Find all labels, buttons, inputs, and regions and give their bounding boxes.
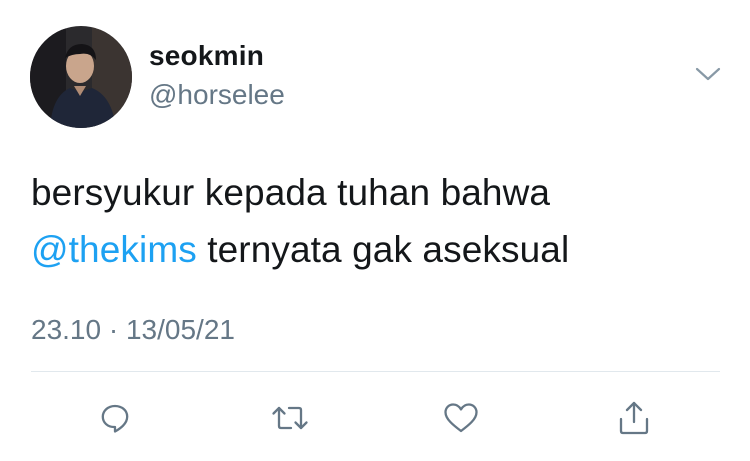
share-button[interactable]	[612, 396, 656, 440]
share-icon	[619, 401, 649, 435]
tweet-text: bersyukur kepada tuhan bahwa @thekims ter…	[31, 164, 721, 278]
divider	[31, 371, 720, 372]
tweet-menu-button[interactable]	[692, 62, 724, 86]
retweet-icon	[272, 406, 308, 430]
avatar-image	[30, 26, 132, 128]
tweet-time: 23.10	[31, 314, 102, 345]
display-name[interactable]: seokmin	[149, 40, 264, 72]
meta-separator: ·	[101, 314, 126, 345]
tweet-card: seokmin @horselee bersyukur kepada tuhan…	[0, 0, 750, 461]
tweet-text-after: ternyata gak aseksual	[196, 229, 570, 270]
avatar[interactable]	[30, 26, 132, 128]
reply-button[interactable]	[93, 396, 137, 440]
reply-icon	[101, 404, 129, 433]
like-button[interactable]	[439, 396, 483, 440]
retweet-button[interactable]	[268, 396, 312, 440]
heart-icon	[444, 403, 478, 433]
mention-link[interactable]: @thekims	[31, 229, 197, 270]
tweet-timestamp[interactable]: 23.10 · 13/05/21	[31, 314, 235, 346]
tweet-date: 13/05/21	[125, 314, 235, 345]
chevron-down-icon	[695, 67, 721, 81]
user-handle[interactable]: @horselee	[149, 79, 285, 111]
tweet-text-before: bersyukur kepada tuhan bahwa	[31, 172, 551, 213]
